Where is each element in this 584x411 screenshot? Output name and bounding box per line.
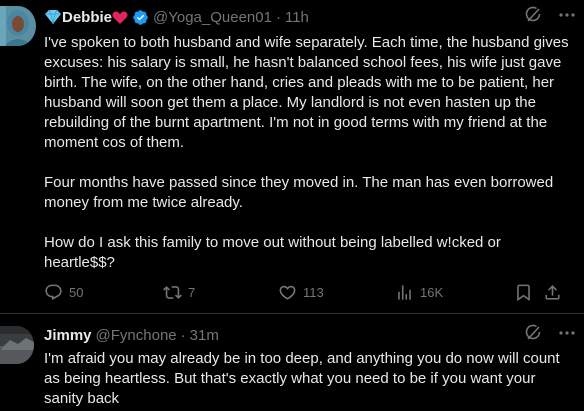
- grok-icon[interactable]: [524, 6, 542, 28]
- avatar-image: [0, 326, 34, 364]
- post-text: I'm afraid you may already be in too dee…: [44, 350, 564, 407]
- post-header: Debbie @Yoga_Queen01 · 11h: [44, 6, 576, 28]
- post-debbie[interactable]: Debbie @Yoga_Queen01 · 11h I've spoken t…: [0, 0, 584, 314]
- reply-count: 50: [69, 284, 84, 300]
- bookmark-icon: [514, 283, 533, 302]
- more-options-icon[interactable]: [558, 6, 576, 28]
- author-handle[interactable]: @Yoga_Queen01: [153, 9, 272, 26]
- post-time[interactable]: 11h: [285, 9, 309, 26]
- like-count: 113: [303, 284, 324, 300]
- post-time[interactable]: 31m: [190, 327, 219, 344]
- repost-button[interactable]: 7: [163, 281, 195, 303]
- like-icon: [278, 283, 297, 302]
- avatar[interactable]: [0, 6, 36, 46]
- header-actions: [524, 6, 576, 28]
- author-name[interactable]: Debbie: [62, 9, 112, 26]
- reply-icon: [44, 283, 63, 302]
- author-name[interactable]: Jimmy: [44, 327, 92, 344]
- avatar-image: [0, 6, 36, 46]
- reply-button[interactable]: 50: [44, 281, 83, 303]
- author-handle[interactable]: @Fynchone: [96, 327, 177, 344]
- repost-icon: [163, 283, 182, 302]
- header-actions: [524, 324, 576, 346]
- share-icon: [543, 283, 562, 302]
- bookmark-button[interactable]: [514, 281, 533, 303]
- verified-badge-icon[interactable]: [132, 9, 149, 26]
- repost-count: 7: [188, 284, 196, 300]
- views-count: 16K: [420, 284, 444, 300]
- like-button[interactable]: 113: [278, 281, 324, 303]
- heart-icon: [112, 10, 128, 25]
- author-name-group[interactable]: Debbie: [44, 9, 149, 26]
- separator-dot: ·: [275, 8, 281, 26]
- share-button[interactable]: [543, 281, 562, 303]
- diamond-icon: [44, 9, 62, 25]
- separator-dot: ·: [180, 326, 186, 344]
- avatar[interactable]: [0, 326, 34, 364]
- post-text: I've spoken to both husband and wife sep…: [44, 34, 569, 271]
- views-icon: [395, 283, 414, 302]
- post-actions: 50 7 113 16K: [44, 281, 566, 303]
- post-header: Jimmy @Fynchone · 31m: [44, 324, 576, 346]
- grok-icon[interactable]: [524, 324, 542, 346]
- post-jimmy[interactable]: Jimmy @Fynchone · 31m I'm afraid you may…: [0, 314, 584, 411]
- more-options-icon[interactable]: [558, 324, 576, 346]
- views-button[interactable]: 16K: [395, 281, 443, 303]
